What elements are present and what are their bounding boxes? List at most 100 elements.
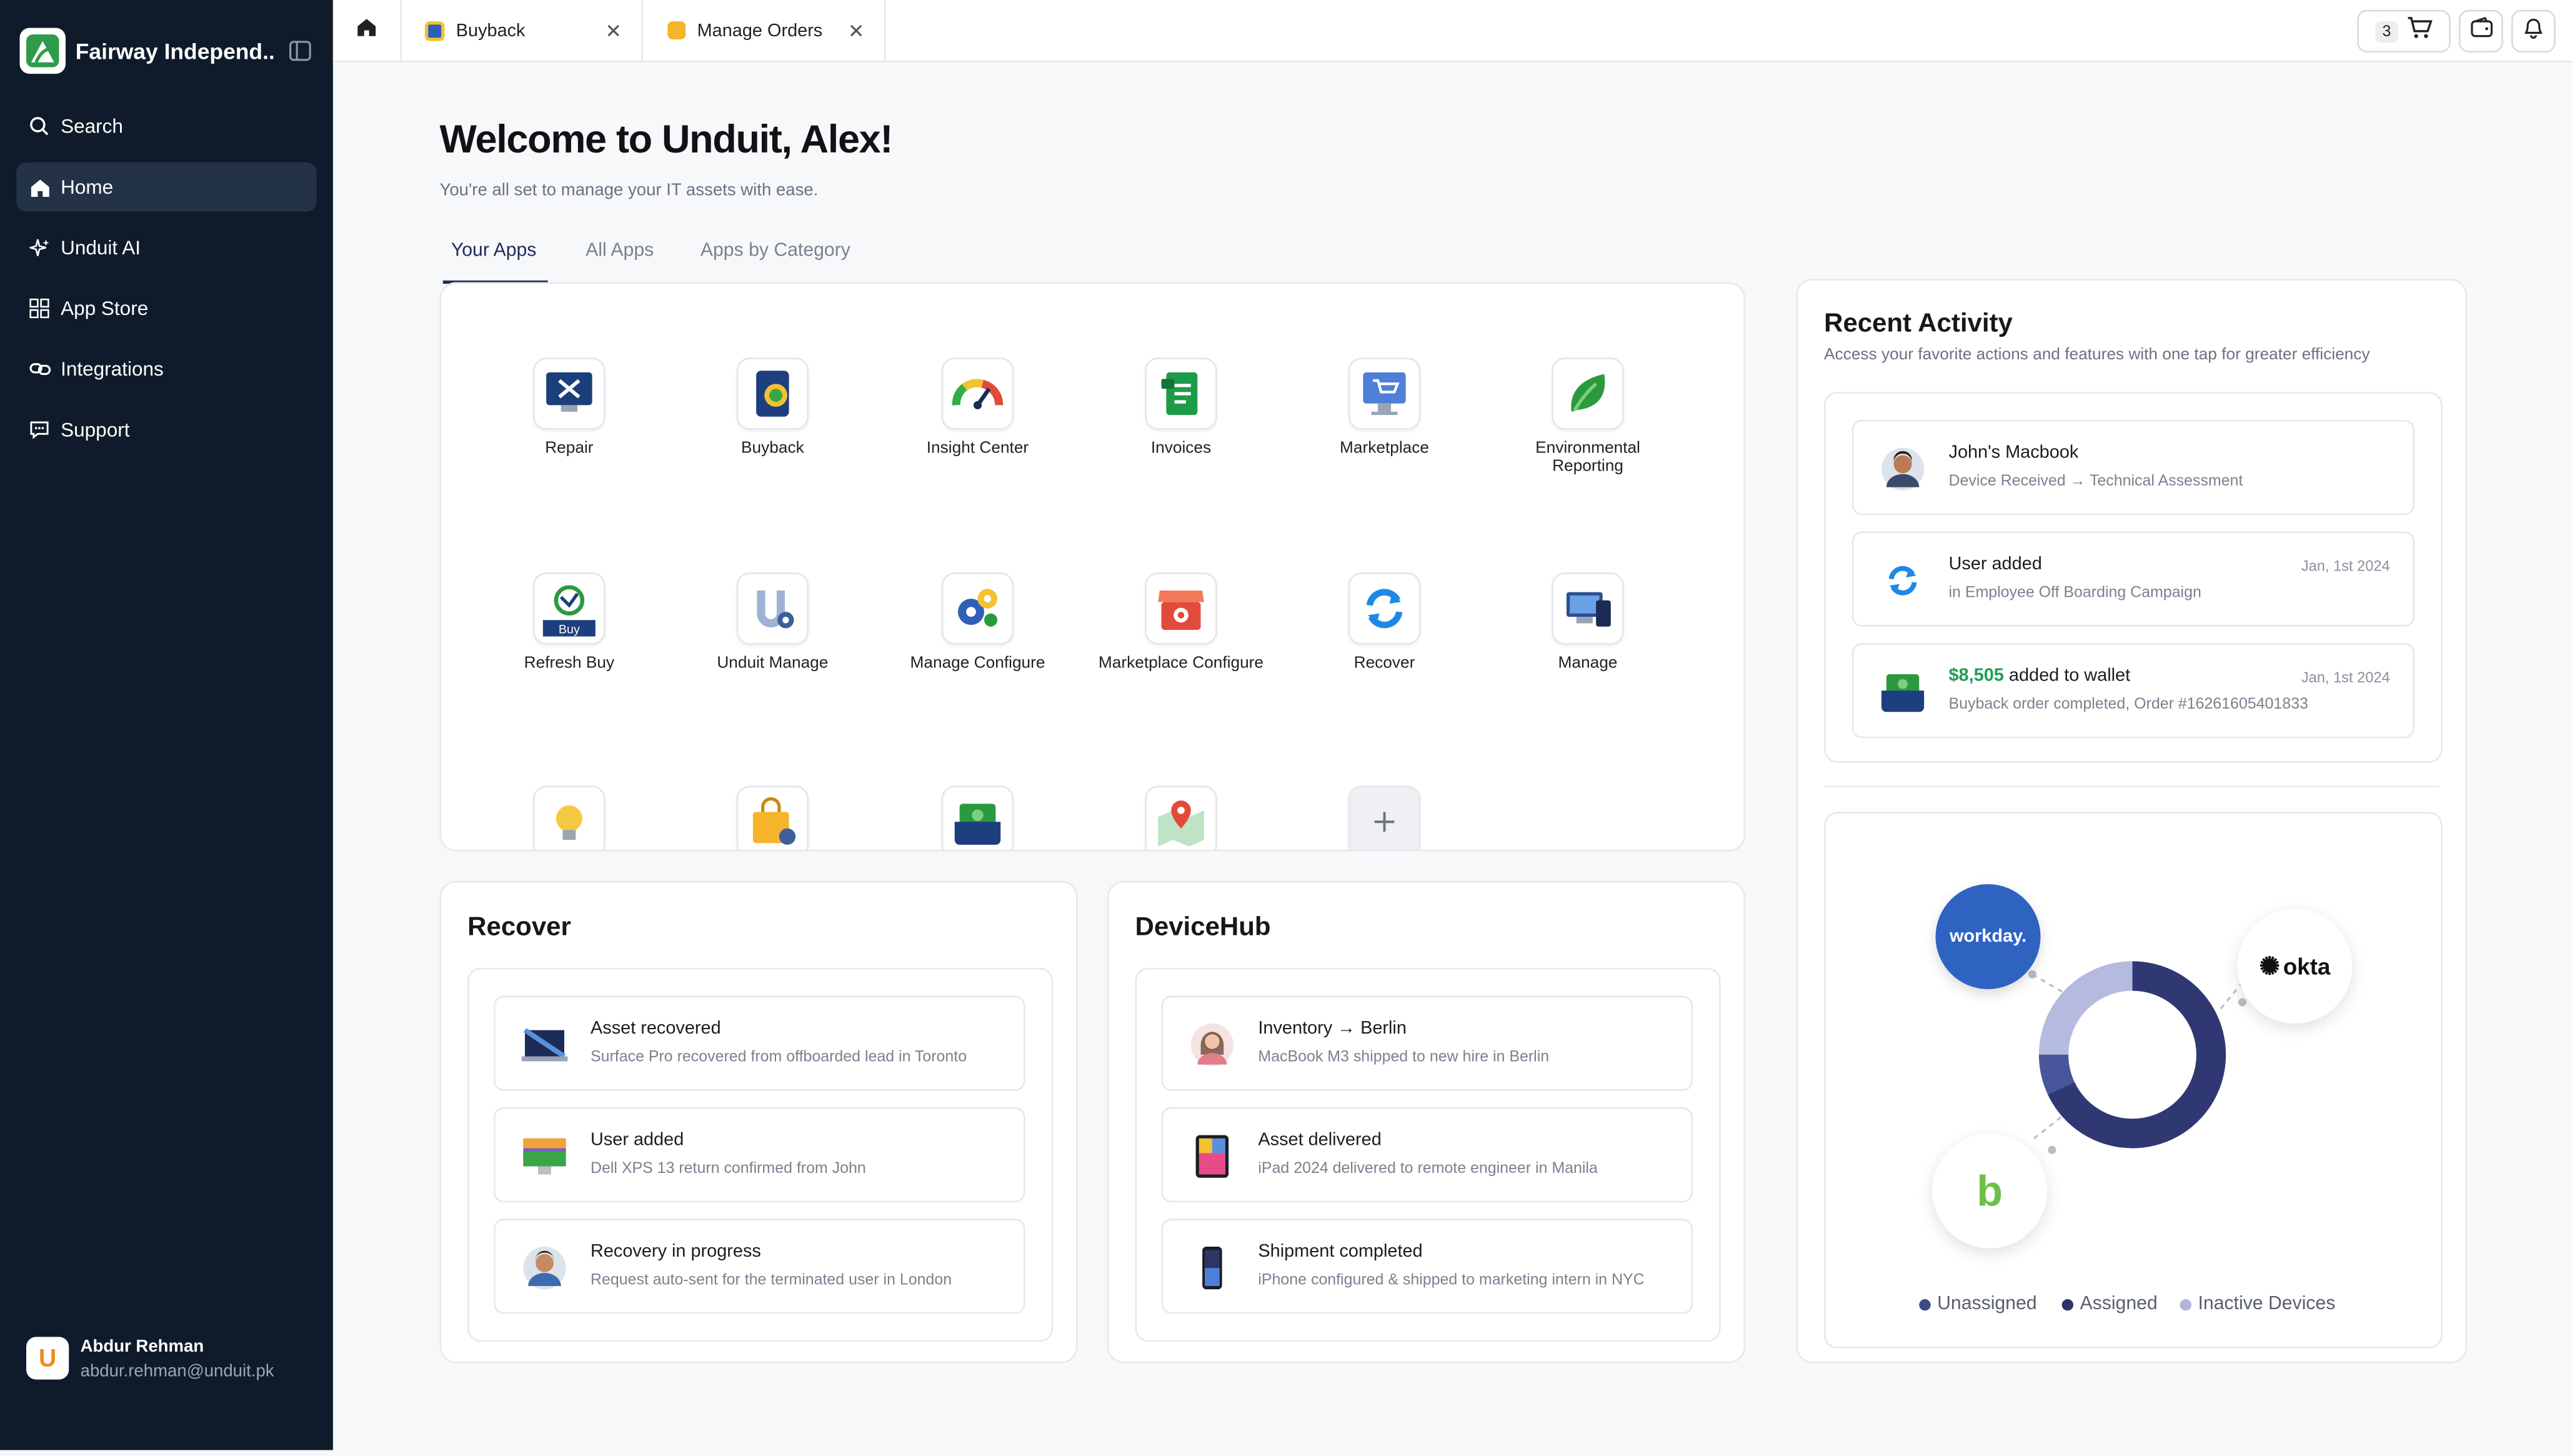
org-name[interactable]: Fairway Independ.. [76,39,275,64]
store-icon [1145,572,1217,645]
phone-icon [1186,1244,1239,1293]
app-ideas[interactable] [479,785,660,850]
app-insight-center[interactable]: Insight Center [887,357,1068,457]
unduit-manage-icon [736,572,809,645]
list-item[interactable]: Recovery in progress Request auto-sent f… [494,1219,1025,1314]
buyback-icon [736,357,809,430]
sparkle-icon [28,236,51,259]
refresh-buy-icon: Buy [533,572,606,645]
page-subtitle: You're all set to manage your IT assets … [439,180,819,201]
workday-logo[interactable]: workday. [1935,884,2041,989]
sidebar-item-integrations[interactable]: Integrations [16,344,316,394]
sidebar-item-unduit-ai[interactable]: Unduit AI [16,223,316,272]
sidebar-item-label: Search [61,114,123,138]
tab-buyback[interactable]: Buyback ✕ [401,0,643,61]
avatar [1186,1020,1239,1070]
devicehub-list: Inventory → Berlin MacBook M3 shipped to… [1135,967,1721,1342]
item-title: Asset delivered [1258,1130,1382,1150]
cart-button[interactable]: 3 [2357,9,2451,52]
tab-apps-by-category[interactable]: Apps by Category [700,241,850,261]
app-refresh-buy[interactable]: Buy Refresh Buy [479,572,660,672]
app-label: Environmental Reporting [1535,439,1640,476]
gauge-icon [941,357,1014,430]
bamboohr-label: b [1976,1165,2003,1215]
sidebar-item-support[interactable]: Support [16,405,316,454]
wallet-icon [1877,667,1929,717]
activity-item[interactable]: John's Macbook Device Received → Technic… [1852,420,2415,516]
app-shop[interactable] [682,785,863,850]
legend-label: Unassigned [1937,1294,2037,1314]
recent-activity-title: Recent Activity [1824,310,2013,338]
activity-list: John's Macbook Device Received → Technic… [1824,392,2443,763]
wallet-amount: $8,505 [1948,666,2004,686]
app-label: Repair [545,439,594,458]
tab-manage-orders[interactable]: Manage Orders ✕ [643,0,886,61]
notifications-button[interactable] [2511,9,2556,52]
legend-dot [2061,1298,2073,1310]
apps-grid: Repair Buyback Insight Center Invoices M… [439,282,1745,852]
sidebar-item-search[interactable]: Search [16,102,316,151]
sidebar-item-label: Home [61,175,114,199]
item-subtitle: Request auto-sent for the terminated use… [591,1271,952,1290]
divider [1824,785,2440,787]
org-logo[interactable] [19,27,66,74]
donut-chart [2028,961,2250,1154]
app-unduit-manage[interactable]: Unduit Manage [682,572,863,672]
app-map[interactable] [1091,785,1272,850]
recover-list: Asset recovered Surface Pro recovered fr… [467,967,1054,1342]
app-manage[interactable]: Manage [1498,572,1678,672]
sidebar-toggle-icon[interactable] [289,39,312,62]
list-item[interactable]: Asset delivered iPad 2024 delivered to r… [1161,1107,1693,1203]
buyback-icon [424,20,445,41]
item-subtitle: Surface Pro recovered from offboarded le… [591,1048,967,1067]
add-app-button[interactable] [1294,785,1475,850]
app-repair[interactable]: Repair [479,357,660,457]
bamboohr-logo[interactable]: b [1932,1133,2047,1249]
tab-all-apps[interactable]: All Apps [586,241,654,261]
list-item[interactable]: Shipment completed iPhone configured & s… [1161,1219,1693,1314]
wallet-icon [941,785,1014,850]
item-subtitle: in Employee Off Boarding Campaign [1948,584,2201,602]
cart-icon [2406,16,2432,47]
avatar[interactable]: U [26,1337,69,1380]
app-marketplace[interactable]: Marketplace [1294,357,1475,457]
item-title: John's Macbook [1948,442,2079,463]
tab-label: Manage Orders [697,20,823,41]
legend-item-inactive: Inactive Devices [2180,1294,2335,1314]
list-item[interactable]: Inventory → Berlin MacBook M3 shipped to… [1161,995,1693,1091]
app-wallet[interactable] [887,785,1068,850]
home-tab[interactable] [333,0,402,61]
wallet-button[interactable] [2458,9,2503,52]
item-title: Inventory → Berlin [1258,1019,1407,1039]
recover-icon [1348,572,1421,645]
close-icon[interactable]: ✕ [605,19,621,42]
item-title: Shipment completed [1258,1242,1423,1262]
legend-item-unassigned: Unassigned [1919,1294,2037,1314]
sidebar-item-app-store[interactable]: App Store [16,284,316,333]
link-icon [28,357,51,381]
workday-label: workday. [1949,927,2027,947]
close-icon[interactable]: ✕ [848,19,864,42]
shopping-bag-icon [736,785,809,850]
item-date: Jan, 1st 2024 [2301,669,2390,686]
activity-item[interactable]: User added in Employee Off Boarding Camp… [1852,531,2415,627]
item-title: Recovery in progress [591,1242,761,1262]
activity-item[interactable]: $8,505 added to wallet Buyback order com… [1852,643,2415,739]
app-recover[interactable]: Recover [1294,572,1475,672]
app-marketplace-configure[interactable]: Marketplace Configure [1091,572,1272,672]
item-title: Asset recovered [591,1019,721,1039]
list-item[interactable]: Asset recovered Surface Pro recovered fr… [494,995,1025,1091]
sidebar-item-home[interactable]: Home [16,162,317,212]
home-icon [356,16,377,45]
app-manage-configure[interactable]: Manage Configure [887,572,1068,672]
app-environmental-reporting[interactable]: Environmental Reporting [1498,357,1678,476]
app-label: Marketplace [1340,439,1429,458]
app-buyback[interactable]: Buyback [682,357,863,457]
buy-badge: Buy [559,622,580,636]
app-invoices[interactable]: Invoices [1091,357,1272,457]
tab-your-apps[interactable]: Your Apps [451,241,537,261]
okta-logo[interactable]: ✺ okta [2237,909,2353,1024]
sidebar-item-label: Integrations [61,357,164,381]
list-item[interactable]: User added Dell XPS 13 return confirmed … [494,1107,1025,1203]
item-subtitle: iPad 2024 delivered to remote engineer i… [1258,1159,1598,1178]
